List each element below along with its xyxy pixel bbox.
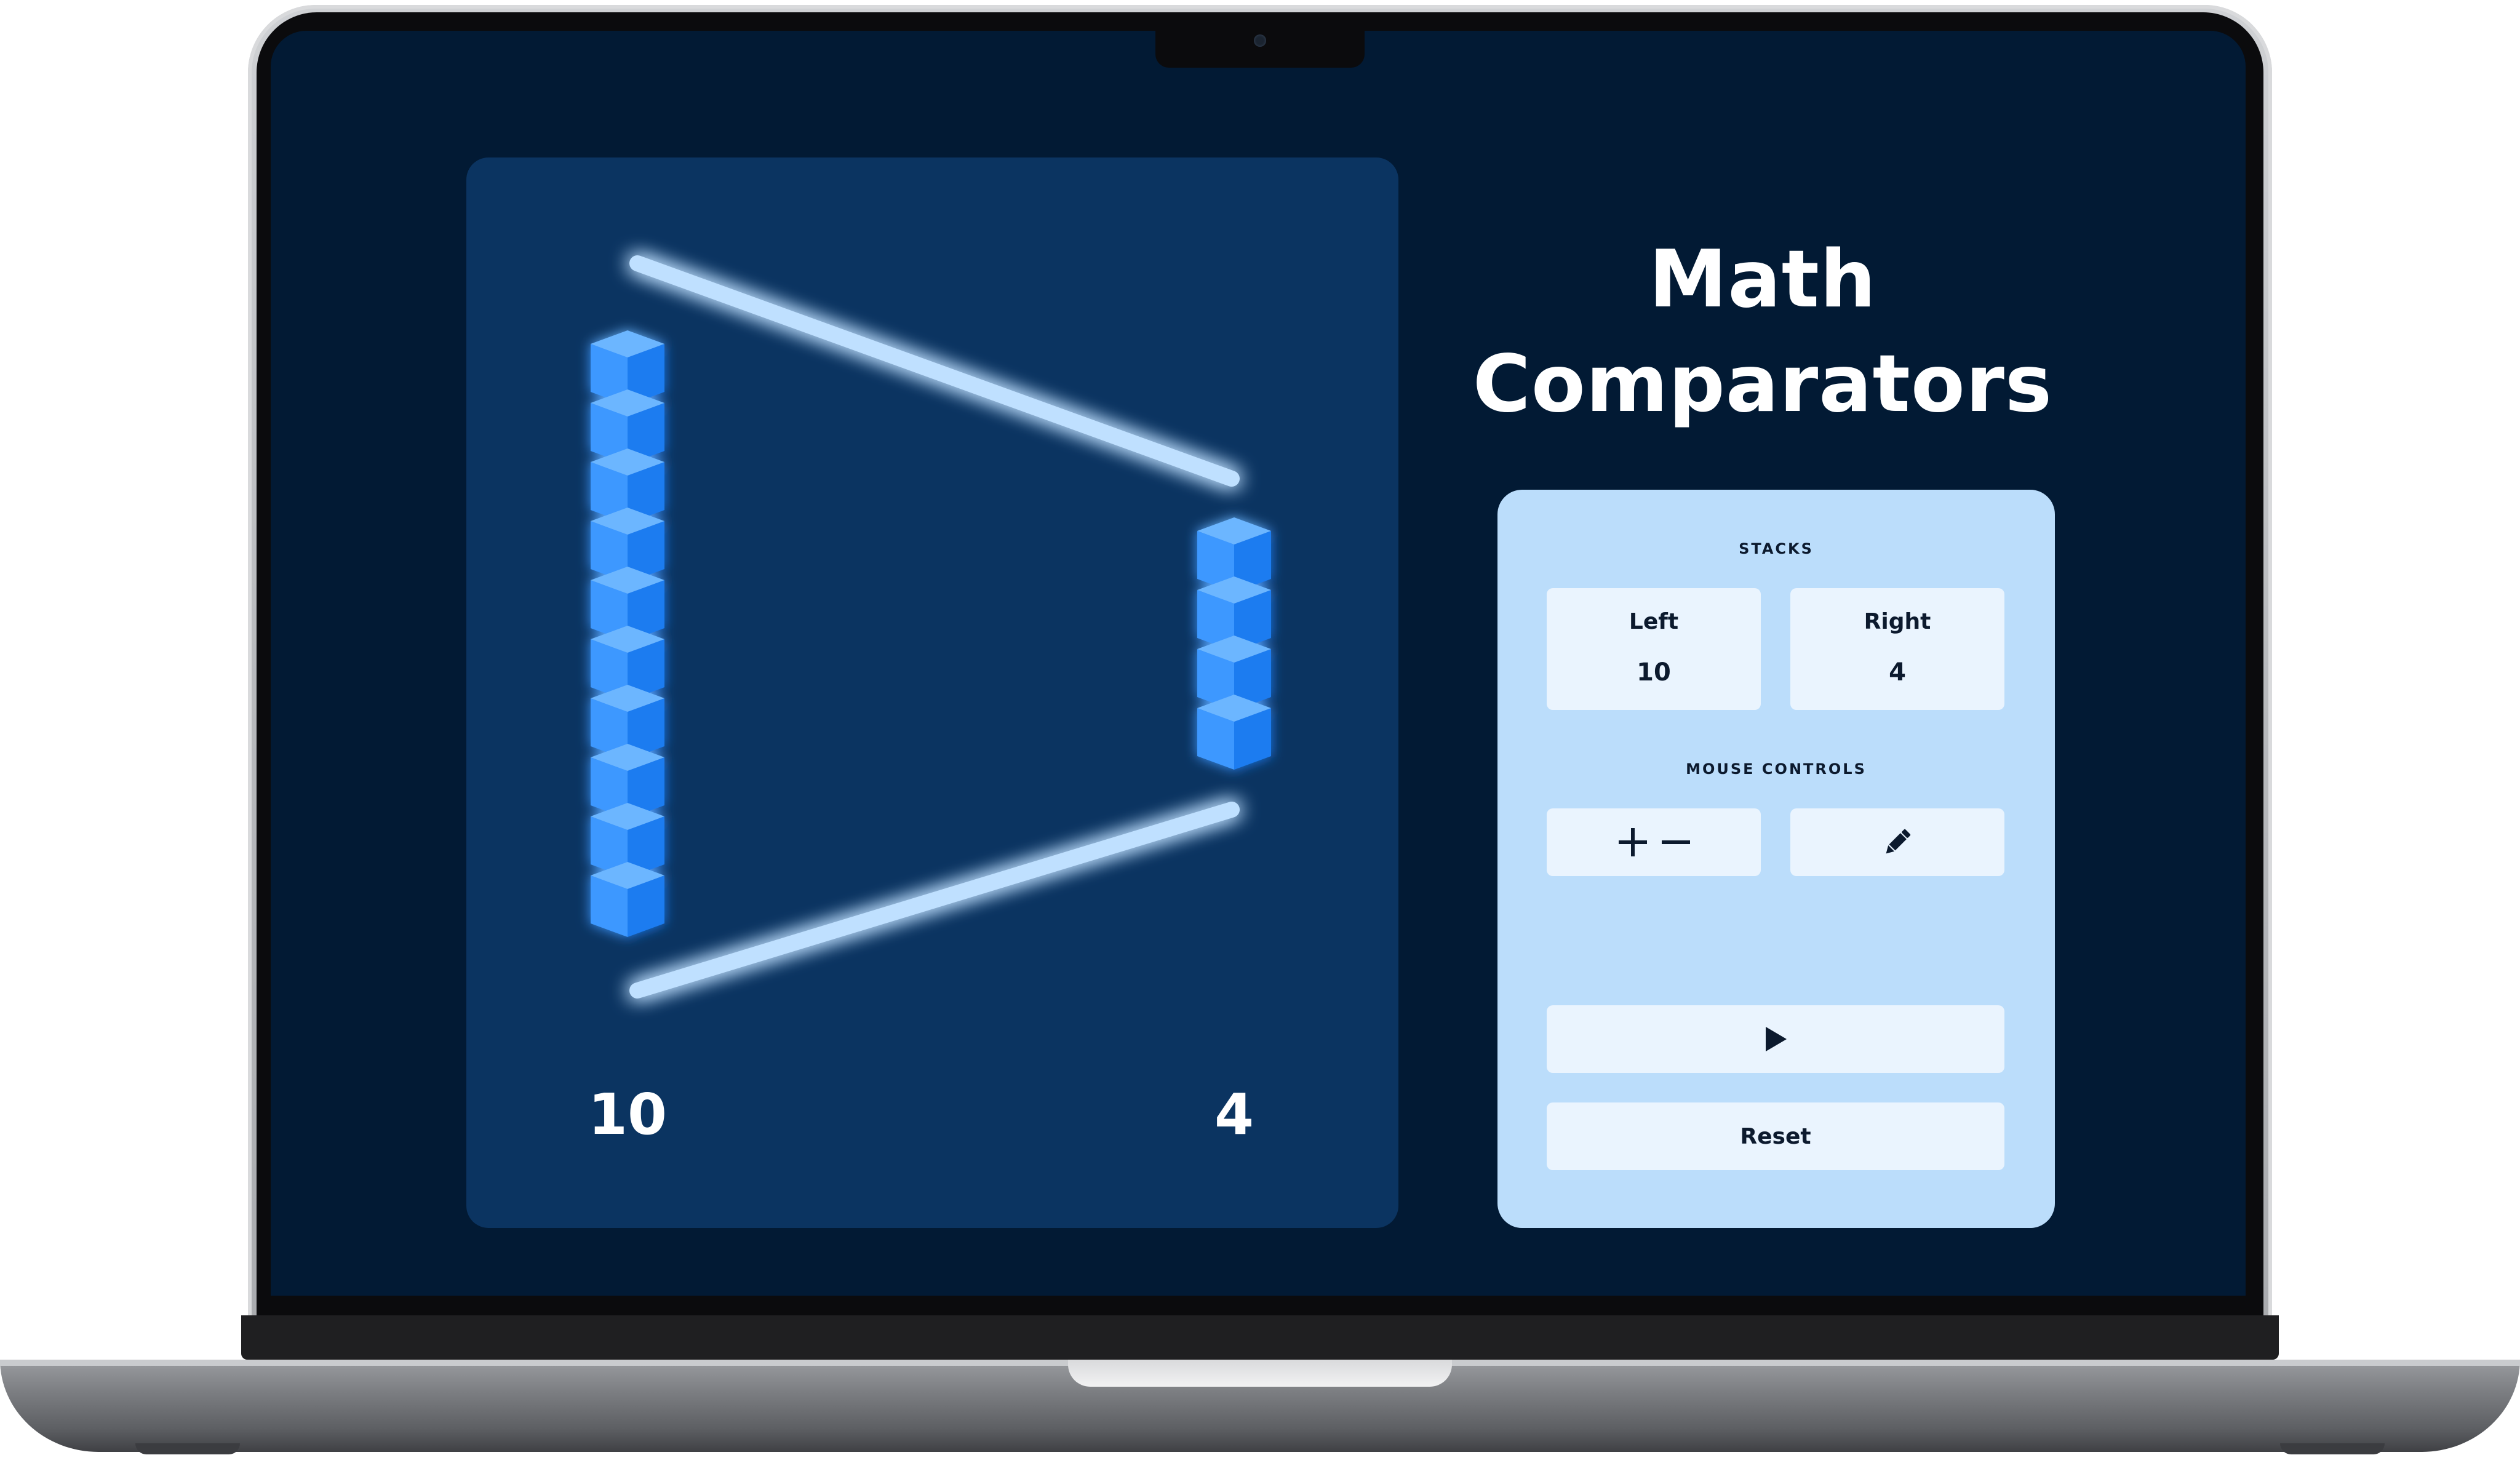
control-panel: STACKS Left 10 Right 4 MOUSE CONTROLS Re… (1497, 490, 2055, 1228)
laptop-foot-left (135, 1443, 240, 1454)
laptop-screen: 10 4 Math Comparators STACKS Left 10 Rig… (271, 31, 2246, 1296)
laptop-opening-notch (1068, 1360, 1452, 1387)
comparison-visual-panel[interactable]: 10 4 (466, 157, 1398, 1228)
right-count-label: 4 (1214, 1082, 1254, 1147)
left-stack-label: Left (1629, 609, 1679, 634)
laptop-foot-right (2280, 1443, 2385, 1454)
stacks-heading: STACKS (1739, 540, 1814, 557)
right-stack-card[interactable]: Right 4 (1790, 588, 2004, 710)
right-stack-label: Right (1864, 609, 1931, 634)
left-stack-value[interactable]: 10 (1547, 658, 1761, 687)
comparator-line-top[interactable] (629, 255, 1240, 487)
app-title-line2: Comparators (1472, 338, 2053, 430)
app-title-line1: Math (1648, 234, 1877, 325)
comparator-line-bottom[interactable] (629, 802, 1240, 999)
left-cube-stack[interactable] (591, 330, 664, 937)
right-cube-stack[interactable] (1197, 517, 1271, 770)
right-cube-4[interactable] (1197, 695, 1271, 770)
left-cube-10[interactable] (591, 862, 664, 937)
draw-mode-button[interactable] (1790, 808, 2004, 876)
app-title: Math Comparators (1427, 228, 2098, 437)
plus-minus-icon (1614, 826, 1694, 858)
mouse-controls-heading: MOUSE CONTROLS (1686, 760, 1867, 778)
reset-button[interactable]: Reset (1547, 1102, 2004, 1170)
play-icon (1763, 1026, 1788, 1053)
laptop-bezel-bottom (241, 1315, 2279, 1360)
add-remove-mode-button[interactable] (1547, 808, 1761, 876)
pencil-icon (1881, 826, 1913, 858)
comparison-canvas[interactable] (466, 157, 1398, 1228)
right-stack-value[interactable]: 4 (1790, 658, 2004, 687)
left-stack-card[interactable]: Left 10 (1547, 588, 1761, 710)
play-button[interactable] (1547, 1005, 2004, 1073)
left-count-label: 10 (588, 1082, 668, 1147)
camera-icon (1254, 34, 1266, 47)
